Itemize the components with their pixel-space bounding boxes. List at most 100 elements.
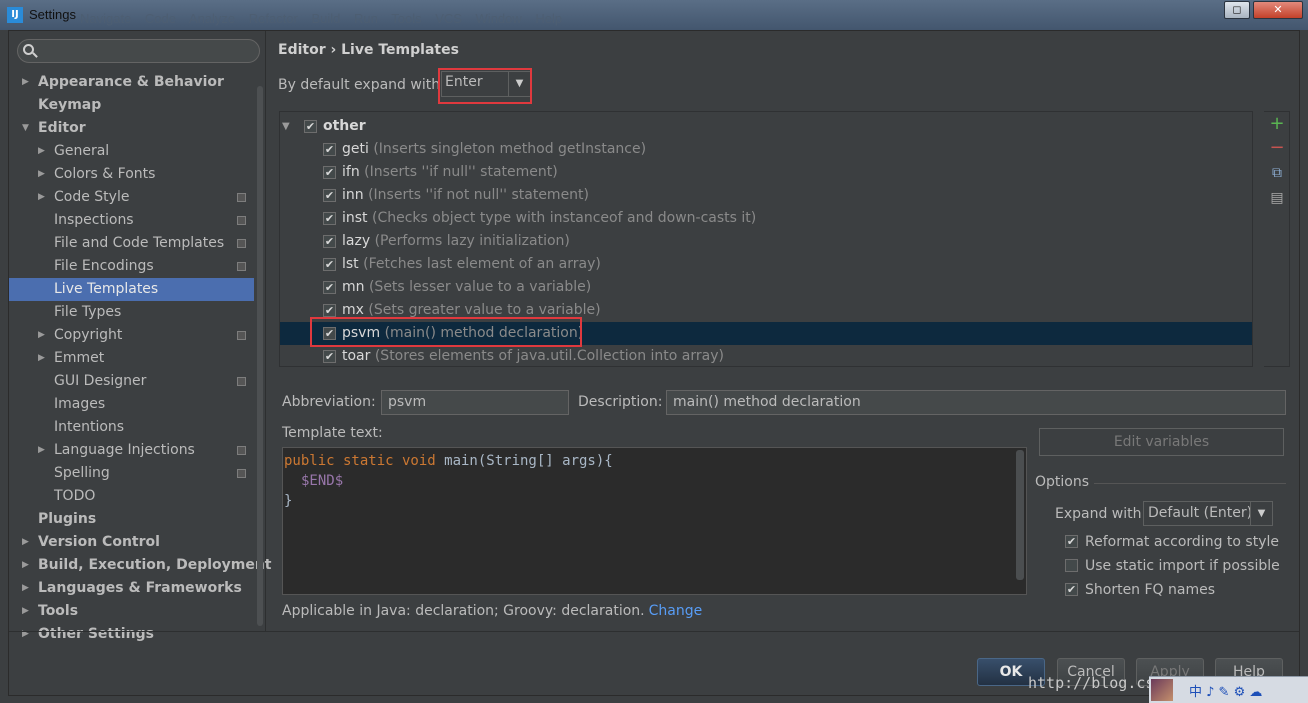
template-row-ifn[interactable]: ✔ ifn (Inserts ''if null'' statement) <box>280 161 1252 184</box>
editor-scrollbar[interactable] <box>1016 450 1024 580</box>
template-abbreviation: inn <box>342 187 364 203</box>
chevron-right-icon[interactable]: ▶ <box>22 600 32 623</box>
chevron-right-icon[interactable]: ▶ <box>38 439 48 462</box>
sidebar-item-label: Keymap <box>38 97 102 113</box>
template-row-inst[interactable]: ✔ inst (Checks object type with instanceo… <box>280 207 1252 230</box>
description-field[interactable]: main() method declaration <box>666 390 1286 415</box>
sidebar-item-languages-frameworks[interactable]: ▶ Languages & Frameworks <box>9 577 254 600</box>
sidebar-item-label: GUI Designer <box>54 373 147 389</box>
template-row-inn[interactable]: ✔ inn (Inserts ''if not null'' statement) <box>280 184 1252 207</box>
sidebar-item-keymap[interactable]: Keymap <box>9 94 254 117</box>
template-row-lst[interactable]: ✔ lst (Fetches last element of an array) <box>280 253 1252 276</box>
sidebar-item-file-and-code-templates[interactable]: File and Code Templates <box>9 232 254 255</box>
sidebar-item-appearance-behavior[interactable]: ▶ Appearance & Behavior <box>9 71 254 94</box>
template-description: (Sets lesser value to a variable) <box>368 279 592 295</box>
chevron-right-icon[interactable]: ▶ <box>38 163 48 186</box>
option-checkbox[interactable]: ✔ <box>1065 535 1078 548</box>
template-text-editor[interactable]: public static void main(String[] args){ … <box>282 447 1027 595</box>
expand-with-option-select[interactable]: Default (Enter) ▼ <box>1143 501 1273 526</box>
intellij-app-icon: IJ <box>7 7 23 23</box>
sidebar-item-tools[interactable]: ▶ Tools <box>9 600 254 623</box>
template-checkbox[interactable]: ✔ <box>323 235 336 248</box>
template-row-geti[interactable]: ✔ geti (Inserts singleton method getInsta… <box>280 138 1252 161</box>
sidebar-item-spelling[interactable]: Spelling <box>9 462 254 485</box>
breadcrumb: Editor › Live Templates <box>278 42 459 58</box>
template-row-toar[interactable]: ✔ toar (Stores elements of java.util.Coll… <box>280 345 1252 366</box>
expand-with-option-label: Expand with <box>1055 506 1142 522</box>
template-description: (Inserts ''if not null'' statement) <box>368 187 590 203</box>
close-icon[interactable]: ✕ <box>1253 1 1303 19</box>
template-checkbox[interactable]: ✔ <box>323 143 336 156</box>
sidebar-item-images[interactable]: Images <box>9 393 254 416</box>
template-group-row[interactable]: ▼ ✔ other <box>280 115 1252 138</box>
template-checkbox[interactable]: ✔ <box>323 304 336 317</box>
remove-icon[interactable]: − <box>1268 139 1286 157</box>
sidebar-item-label: Language Injections <box>54 442 195 458</box>
sidebar-item-code-style[interactable]: ▶ Code Style <box>9 186 254 209</box>
search-input[interactable] <box>17 39 260 63</box>
sidebar-item-file-types[interactable]: File Types <box>9 301 254 324</box>
template-checkbox[interactable]: ✔ <box>323 281 336 294</box>
avatar[interactable] <box>1151 679 1173 701</box>
chevron-right-icon[interactable]: ▶ <box>38 324 48 347</box>
abbreviation-label: Abbreviation: <box>282 394 376 410</box>
chevron-right-icon[interactable]: ▶ <box>22 531 32 554</box>
change-link[interactable]: Change <box>649 603 703 619</box>
option-label: Use static import if possible <box>1085 558 1280 574</box>
chevron-right-icon[interactable]: ▶ <box>38 347 48 370</box>
sidebar-item-label: Emmet <box>54 350 105 366</box>
group-checkbox[interactable]: ✔ <box>304 120 317 133</box>
template-entry: lst (Fetches last element of an array) <box>342 253 601 276</box>
template-description: (Checks object type with instanceof and … <box>372 210 757 226</box>
sidebar-item-emmet[interactable]: ▶ Emmet <box>9 347 254 370</box>
template-entry: toar (Stores elements of java.util.Colle… <box>342 345 724 366</box>
sidebar-item-gui-designer[interactable]: GUI Designer <box>9 370 254 393</box>
sidebar-item-intentions[interactable]: Intentions <box>9 416 254 439</box>
restore-defaults-icon[interactable]: ▤ <box>1268 189 1286 207</box>
sidebar-scrollbar[interactable] <box>257 86 263 626</box>
sidebar-item-editor[interactable]: ▼ Editor <box>9 117 254 140</box>
abbreviation-field[interactable]: psvm <box>381 390 569 415</box>
template-abbreviation: mx <box>342 302 364 318</box>
sidebar-item-version-control[interactable]: ▶ Version Control <box>9 531 254 554</box>
sidebar-item-copyright[interactable]: ▶ Copyright <box>9 324 254 347</box>
template-checkbox[interactable]: ✔ <box>323 212 336 225</box>
sidebar-item-plugins[interactable]: Plugins <box>9 508 254 531</box>
sidebar-item-label: File Encodings <box>54 258 154 274</box>
sidebar-item-inspections[interactable]: Inspections <box>9 209 254 232</box>
sidebar-item-colors-fonts[interactable]: ▶ Colors & Fonts <box>9 163 254 186</box>
sidebar-item-todo[interactable]: TODO <box>9 485 254 508</box>
chevron-right-icon[interactable]: ▶ <box>38 186 48 209</box>
settings-dialog: ▶ Appearance & Behavior Keymap ▼ Editor ▶ Gene… <box>8 30 1300 696</box>
template-row-mn[interactable]: ✔ mn (Sets lesser value to a variable) <box>280 276 1252 299</box>
chevron-down-icon[interactable]: ▼ <box>22 117 32 140</box>
template-description: (Sets greater value to a variable) <box>368 302 601 318</box>
option-checkbox[interactable] <box>1065 559 1078 572</box>
template-checkbox[interactable]: ✔ <box>323 189 336 202</box>
template-checkbox[interactable]: ✔ <box>323 166 336 179</box>
sidebar-item-label: Tools <box>38 603 79 619</box>
option-checkbox[interactable]: ✔ <box>1065 583 1078 596</box>
restore-icon[interactable]: ◻ <box>1224 1 1250 19</box>
applicable-text: Applicable in Java: declaration; Groovy:… <box>282 603 645 619</box>
sidebar-item-file-encodings[interactable]: File Encodings <box>9 255 254 278</box>
sidebar-item-label: Spelling <box>54 465 110 481</box>
chevron-right-icon[interactable]: ▶ <box>22 577 32 600</box>
sidebar-item-general[interactable]: ▶ General <box>9 140 254 163</box>
template-checkbox[interactable]: ✔ <box>323 350 336 363</box>
sidebar-item-live-templates[interactable]: Live Templates <box>9 278 254 301</box>
template-entry: inst (Checks object type with instanceof… <box>342 207 756 230</box>
chevron-right-icon[interactable]: ▶ <box>22 71 32 94</box>
edit-variables-button[interactable]: Edit variables <box>1039 428 1284 456</box>
add-icon[interactable]: + <box>1268 115 1286 133</box>
ime-status-icons[interactable]: 中 ♪ ✎ ⚙ ☁ <box>1189 681 1262 700</box>
chevron-right-icon[interactable]: ▶ <box>38 140 48 163</box>
title-bar: IJ Settings Navigate Code Analyze Refact… <box>0 0 1308 30</box>
chevron-right-icon[interactable]: ▶ <box>22 554 32 577</box>
sidebar-item-build-execution-deployment[interactable]: ▶ Build, Execution, Deployment <box>9 554 272 577</box>
copy-icon[interactable]: ⧉ <box>1268 164 1286 182</box>
template-row-lazy[interactable]: ✔ lazy (Performs lazy initialization) <box>280 230 1252 253</box>
template-checkbox[interactable]: ✔ <box>323 258 336 271</box>
expand-arrow-icon[interactable]: ▼ <box>282 115 292 138</box>
sidebar-item-language-injections[interactable]: ▶ Language Injections <box>9 439 254 462</box>
